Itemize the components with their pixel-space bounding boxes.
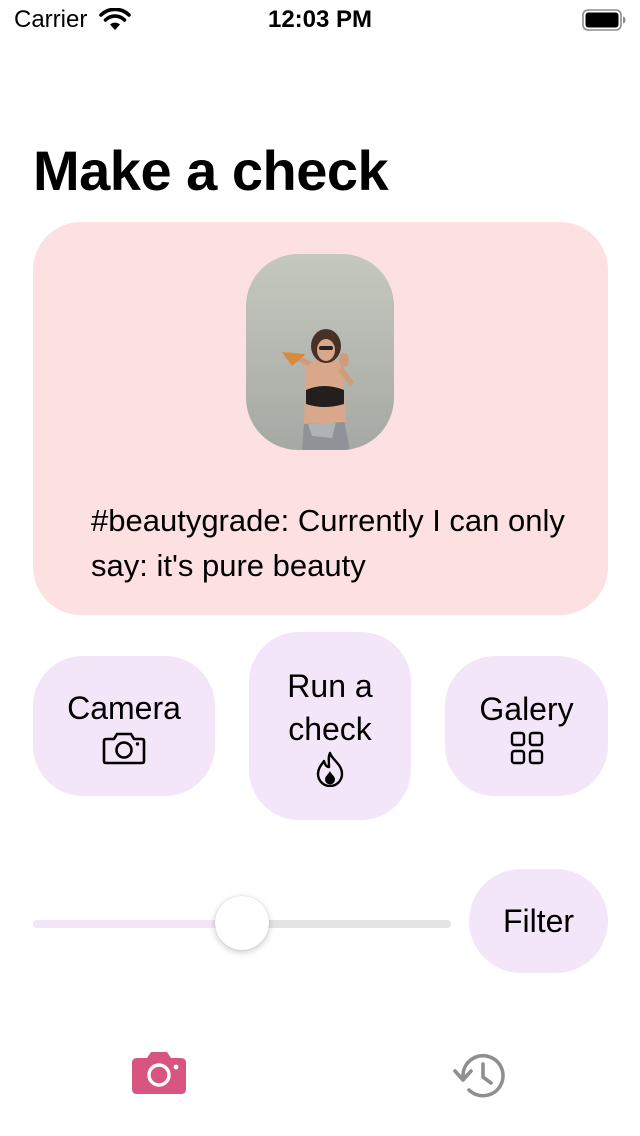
tab-camera[interactable] [130, 1048, 188, 1101]
filter-button[interactable]: Filter [469, 869, 608, 973]
page-title: Make a check [33, 139, 389, 202]
selected-photo[interactable] [246, 254, 394, 450]
camera-button-label: Camera [67, 689, 181, 726]
camera-button[interactable]: Camera [33, 656, 215, 796]
history-icon [453, 1053, 505, 1098]
woman-photo-icon [246, 254, 394, 450]
filter-slider[interactable] [33, 896, 451, 952]
result-card: #beautygrade: Currently I can only say: … [33, 222, 608, 615]
camera-icon [102, 732, 146, 764]
grid-icon [510, 731, 543, 764]
filter-button-label: Filter [502, 902, 575, 939]
gallery-button[interactable]: Galery [445, 656, 608, 796]
tab-bar [0, 1030, 640, 1136]
status-time: 12:03 PM [267, 6, 373, 33]
tab-history[interactable] [452, 1050, 508, 1107]
run-check-button-label: Run a check [287, 668, 373, 747]
status-bar: Carrier 12:03 PM [0, 0, 640, 40]
gallery-button-label: Galery [479, 690, 574, 727]
result-text: #beautygrade: Currently I can only say: … [91, 503, 565, 583]
camera-icon [132, 1052, 186, 1094]
run-check-button[interactable]: Run a check [249, 632, 411, 820]
slider-thumb[interactable] [215, 896, 269, 950]
battery-icon [582, 9, 626, 31]
slider-fill [33, 920, 242, 928]
flame-icon [316, 751, 344, 787]
